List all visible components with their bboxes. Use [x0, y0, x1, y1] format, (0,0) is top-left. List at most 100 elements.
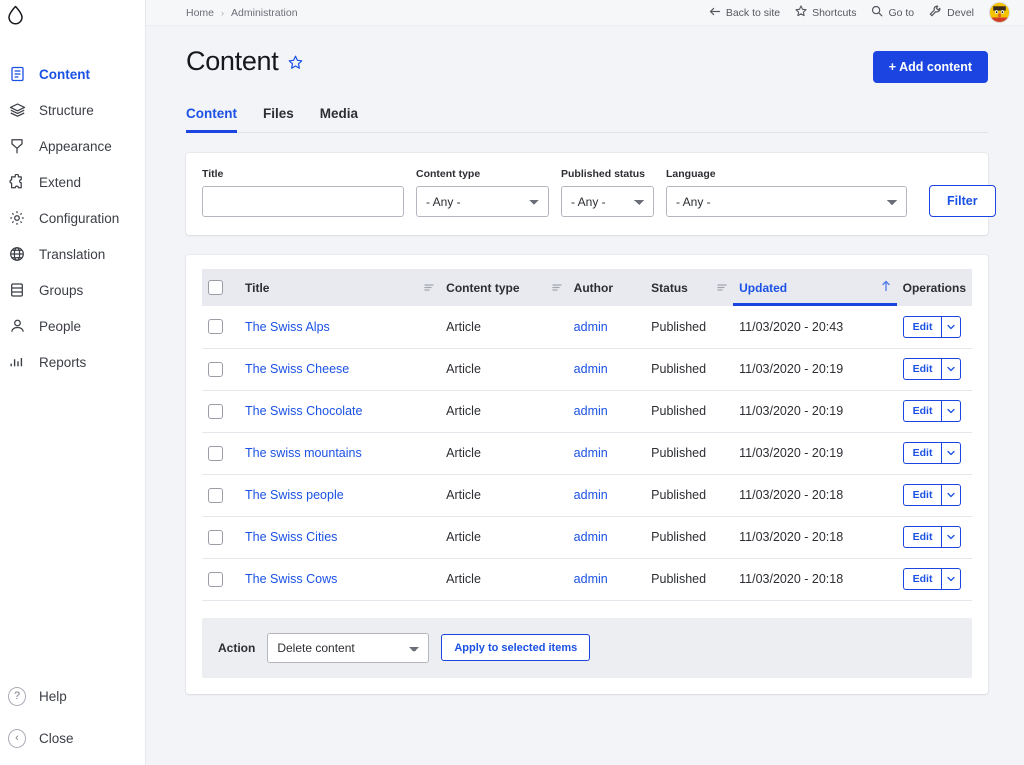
content-title-link[interactable]: The swiss mountains [245, 446, 362, 460]
tab-media[interactable]: Media [320, 106, 358, 133]
shortcuts-label: Shortcuts [812, 6, 857, 19]
published-status-filter-select[interactable]: - Any - [561, 186, 654, 217]
content-table: Title Content type Author Status Updated… [202, 269, 972, 601]
operations-button-group: Edit [902, 568, 962, 590]
row-author-cell: admin [567, 306, 646, 349]
row-checkbox[interactable] [208, 529, 223, 545]
bar-chart-icon [8, 353, 26, 371]
edit-button[interactable]: Edit [902, 568, 942, 590]
table-row: The Swiss Cities Article admin Published… [202, 516, 972, 559]
row-status-cell: Published [645, 390, 734, 433]
sidebar-item-reports[interactable]: Reports [0, 344, 145, 380]
language-filter-select[interactable]: - Any - [666, 186, 907, 217]
table-row: The swiss mountains Article admin Publis… [202, 432, 972, 475]
chevron-down-icon[interactable] [941, 358, 962, 380]
document-icon [8, 65, 26, 83]
chevron-down-icon[interactable] [941, 315, 962, 338]
tab-content[interactable]: Content [186, 106, 237, 133]
sidebar-item-translation[interactable]: Translation [0, 236, 145, 272]
breadcrumb-administration[interactable]: Administration [231, 7, 298, 19]
row-select-cell [202, 474, 240, 517]
edit-button[interactable]: Edit [902, 400, 942, 422]
star-outline-icon[interactable] [288, 55, 303, 70]
row-type-cell: Article [440, 558, 568, 601]
author-link[interactable]: admin [574, 404, 608, 418]
row-checkbox[interactable] [208, 403, 223, 419]
row-updated-cell: 11/03/2020 - 20:18 [733, 516, 897, 559]
sidebar-item-label: Help [39, 688, 67, 704]
sidebar-item-close[interactable]: ‹ Close [0, 717, 145, 759]
breadcrumb-home[interactable]: Home [186, 7, 214, 19]
content-title-link[interactable]: The Swiss Cities [245, 530, 337, 544]
row-checkbox[interactable] [208, 319, 223, 335]
edit-button[interactable]: Edit [902, 526, 942, 548]
sidebar-item-structure[interactable]: Structure [0, 92, 145, 128]
bulk-action-select[interactable]: Delete content [267, 632, 430, 663]
operations-button-group: Edit [902, 358, 962, 380]
row-checkbox[interactable] [208, 361, 223, 377]
tab-files[interactable]: Files [263, 106, 294, 133]
sort-icon[interactable] [717, 281, 727, 295]
shortcuts-link[interactable]: Shortcuts [795, 5, 856, 20]
column-header-content-type[interactable]: Content type [440, 269, 568, 306]
breadcrumb: Home › Administration [186, 7, 298, 19]
filter-title-label: Title [202, 168, 224, 180]
chevron-down-icon[interactable] [941, 484, 962, 506]
select-all-checkbox[interactable] [208, 280, 223, 295]
author-link[interactable]: admin [574, 488, 608, 502]
row-checkbox[interactable] [208, 571, 223, 587]
sidebar-item-help[interactable]: ? Help [0, 675, 145, 717]
chevron-down-icon[interactable] [941, 568, 962, 590]
author-link[interactable]: admin [574, 530, 608, 544]
content-title-link[interactable]: The Swiss Cows [245, 572, 337, 586]
content-title-link[interactable]: The Swiss Chocolate [245, 404, 362, 418]
sort-icon[interactable] [424, 281, 434, 295]
sidebar-item-content[interactable]: Content [0, 56, 145, 92]
user-avatar[interactable] [989, 2, 1010, 23]
filter-language-group: Language - Any - [666, 168, 907, 217]
edit-button[interactable]: Edit [902, 484, 942, 506]
sidebar-item-groups[interactable]: Groups [0, 272, 145, 308]
filter-button[interactable]: Filter [929, 185, 996, 217]
go-to-link[interactable]: Go to [871, 5, 914, 20]
row-title-cell: The swiss mountains [239, 432, 441, 475]
content-title-link[interactable]: The Swiss Alps [245, 320, 330, 334]
row-operations-cell: Edit [896, 306, 972, 349]
author-link[interactable]: admin [574, 446, 608, 460]
sidebar-item-configuration[interactable]: Configuration [0, 200, 145, 236]
title-filter-input[interactable] [202, 186, 404, 217]
row-select-cell [202, 390, 240, 433]
sidebar-item-appearance[interactable]: Appearance [0, 128, 145, 164]
filter-content-type-label: Content type [416, 168, 481, 180]
row-checkbox[interactable] [208, 487, 223, 503]
content-type-filter-select[interactable]: - Any - [416, 186, 549, 217]
apply-to-selected-items-button[interactable]: Apply to selected items [441, 634, 591, 661]
edit-button[interactable]: Edit [902, 358, 942, 380]
content-title-link[interactable]: The Swiss Cheese [245, 362, 349, 376]
row-author-cell: admin [567, 390, 646, 433]
author-link[interactable]: admin [574, 362, 608, 376]
author-link[interactable]: admin [574, 320, 608, 334]
column-header-status[interactable]: Status [645, 269, 734, 306]
back-to-site-link[interactable]: Back to site [709, 6, 780, 20]
content-title-link[interactable]: The Swiss people [245, 488, 344, 502]
devel-link[interactable]: Devel [929, 5, 974, 20]
add-content-button[interactable]: + Add content [872, 51, 988, 83]
sidebar-item-people[interactable]: People [0, 308, 145, 344]
author-link[interactable]: admin [574, 572, 608, 586]
column-header-updated[interactable]: Updated [733, 269, 897, 306]
chevron-down-icon[interactable] [941, 442, 962, 464]
filter-content-type-group: Content type - Any - [416, 168, 549, 217]
edit-button[interactable]: Edit [902, 315, 942, 338]
sidebar-item-label: Reports [39, 354, 87, 370]
drupal-droplet-logo[interactable] [7, 5, 24, 30]
sort-ascending-icon[interactable] [881, 280, 891, 295]
chevron-down-icon[interactable] [941, 526, 962, 548]
chevron-down-icon[interactable] [941, 400, 962, 422]
row-checkbox[interactable] [208, 445, 223, 461]
sidebar-item-extend[interactable]: Extend [0, 164, 145, 200]
edit-button[interactable]: Edit [902, 442, 942, 464]
sort-icon[interactable] [552, 281, 562, 295]
sidebar-item-label: Translation [39, 246, 106, 262]
column-header-title[interactable]: Title [239, 269, 441, 306]
